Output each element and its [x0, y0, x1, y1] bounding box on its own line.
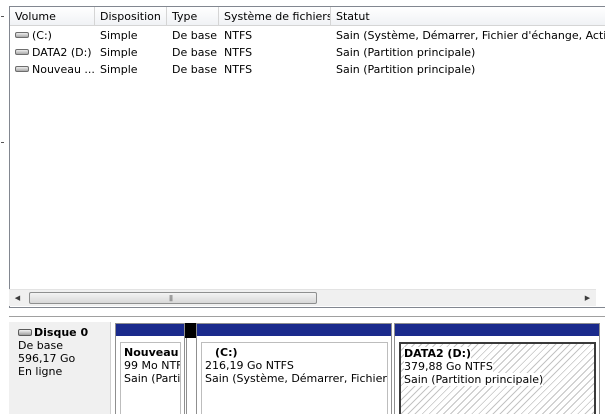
column-header-row: Volume Disposition Type Système de fichi…: [10, 7, 605, 26]
column-header-layout[interactable]: Disposition: [95, 7, 167, 26]
volume-cell: (C:): [10, 27, 95, 44]
volume-row[interactable]: (C:) Simple De base NTFS Sain (Système, …: [10, 27, 605, 44]
edge-mark: [1, 16, 4, 17]
left-edge: [0, 0, 9, 414]
partition-title: Nouveau r: [124, 346, 180, 359]
disk-name: Disque 0: [34, 326, 89, 339]
column-header-volume[interactable]: Volume: [10, 7, 95, 26]
status-cell: Sain (Système, Démarrer, Fichier d'échan…: [336, 29, 605, 42]
status-cell: Sain (Partition principale): [336, 46, 476, 59]
partition-title-text: DATA2 (D:): [404, 347, 472, 360]
partition-d[interactable]: DATA2 (D:) 379,88 Go NTFS Sain (Partitio…: [394, 323, 600, 414]
partition-size-text: 379,88 Go NTFS: [404, 360, 493, 373]
filesystem-cell: NTFS: [224, 29, 253, 42]
volume-name: DATA2 (D:): [32, 46, 92, 59]
volume-list[interactable]: Volume Disposition Type Système de fichi…: [9, 6, 605, 308]
partition-bar: [116, 324, 184, 337]
column-header-filesystem[interactable]: Système de fichiers: [219, 7, 331, 26]
type-cell: De base: [172, 29, 217, 42]
layout-cell: Simple: [100, 63, 138, 76]
filesystem-cell: NTFS: [224, 46, 253, 59]
disk-info-panel[interactable]: Disque 0 De base 596,17 Go En ligne: [9, 322, 111, 414]
filesystem-cell: NTFS: [224, 63, 253, 76]
horizontal-scrollbar[interactable]: ◀ ||| ▶: [9, 289, 596, 306]
partition-size: 379,88 Go NTFS: [404, 360, 594, 373]
volume-name: (C:): [32, 29, 52, 42]
partition-title: DATA2 (D:): [404, 347, 594, 360]
scroll-left-icon[interactable]: ◀: [9, 290, 26, 307]
drive-icon: [15, 32, 29, 38]
disk-size: 596,17 Go: [18, 352, 76, 365]
partition-system-reserved[interactable]: Nouveau r 99 Mo NTF Sain (Partit: [115, 323, 185, 414]
volume-row[interactable]: Nouveau ... Simple De base NTFS Sain (Pa…: [10, 61, 605, 78]
drive-icon: [15, 49, 29, 55]
partition-body: Nouveau r 99 Mo NTF Sain (Partit: [120, 342, 181, 414]
volume-cell: Nouveau ...: [10, 61, 95, 78]
partition-status: Sain (Partit: [124, 372, 181, 385]
partition-size: 216,19 Go NTFS: [205, 359, 294, 372]
layout-cell: Simple: [100, 46, 138, 59]
partition-status-text: Sain (Partition principale): [404, 373, 544, 386]
disk-title: Disque 0: [18, 326, 110, 339]
unallocated-space[interactable]: [186, 338, 195, 414]
layout-cell: Simple: [100, 29, 138, 42]
disk-icon: [18, 328, 32, 336]
volume-row[interactable]: DATA2 (D:) Simple De base NTFS Sain (Par…: [10, 44, 605, 61]
partition-bar: [395, 324, 599, 337]
grip-icon: |||: [169, 295, 173, 302]
partition-bar: [197, 324, 391, 337]
scrollbar-thumb[interactable]: |||: [29, 292, 317, 304]
partition-body: DATA2 (D:) 379,88 Go NTFS Sain (Partitio…: [399, 342, 596, 414]
partition-title: (C:): [215, 346, 238, 359]
type-cell: De base: [172, 63, 217, 76]
partition-size: 99 Mo NTF: [124, 359, 181, 372]
partition-status: Sain (Partition principale): [404, 373, 594, 386]
edge-mark: [1, 142, 4, 143]
status-cell: Sain (Partition principale): [336, 63, 476, 76]
volume-name: Nouveau ...: [32, 63, 95, 76]
type-cell: De base: [172, 46, 217, 59]
partition-c[interactable]: (C:) 216,19 Go NTFS Sain (Système, Démar…: [196, 323, 392, 414]
column-header-status[interactable]: Statut: [331, 7, 605, 26]
column-header-type[interactable]: Type: [167, 7, 219, 26]
partition-status: Sain (Système, Démarrer, Fichier d: [205, 372, 388, 385]
disk-state: En ligne: [18, 365, 63, 378]
partition-body: (C:) 216,19 Go NTFS Sain (Système, Démar…: [201, 342, 388, 414]
unallocated-bar: [185, 323, 196, 338]
volume-cell: DATA2 (D:): [10, 44, 95, 61]
disk-type: De base: [18, 339, 63, 352]
scroll-right-icon[interactable]: ▶: [579, 290, 596, 307]
drive-icon: [15, 66, 29, 72]
